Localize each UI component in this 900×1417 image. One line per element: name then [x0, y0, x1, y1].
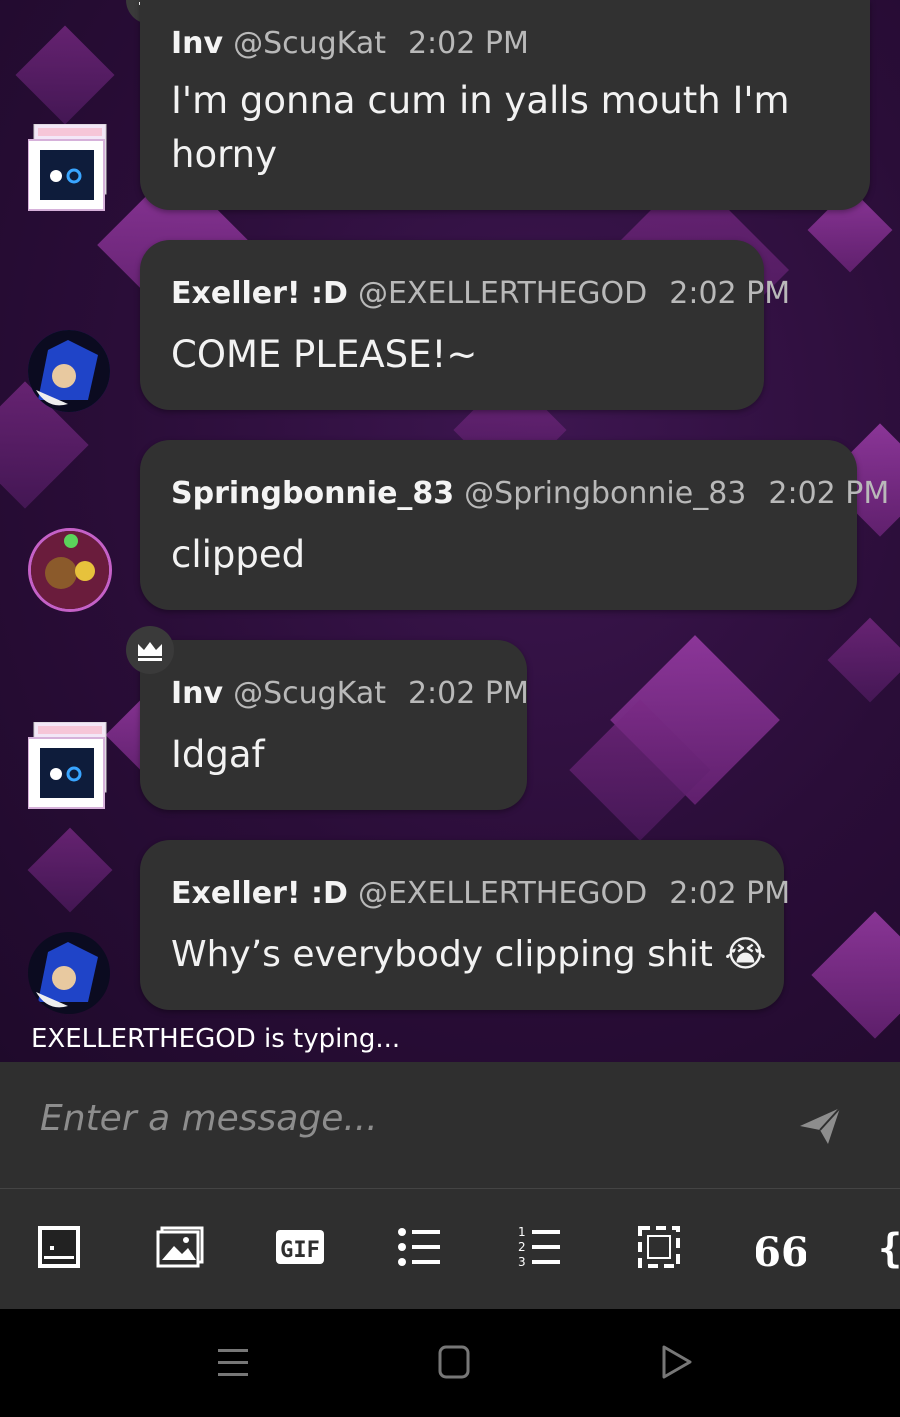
author-name[interactable]: Inv — [171, 26, 223, 61]
author-handle: @EXELLERTHEGOD — [357, 876, 648, 911]
gif-icon[interactable]: GIF — [276, 1224, 324, 1270]
timestamp: 2:02 PM — [768, 476, 890, 511]
author-handle: @ScugKat — [233, 26, 386, 61]
timestamp: 2:02 PM — [669, 276, 791, 311]
avatar[interactable] — [27, 721, 110, 809]
typing-indicator: EXELLERTHEGOD is typing... — [31, 1024, 401, 1054]
recent-apps-icon[interactable] — [214, 1343, 254, 1383]
message-bubble[interactable]: Exeller! :D @EXELLERTHEGOD 2:02 PM COME PL… — [140, 240, 790, 410]
back-icon[interactable] — [656, 1343, 696, 1383]
message-text: COME PLEASE!~ — [171, 333, 478, 376]
message-text: I'm gonna cum in yalls mouth I'm horny — [171, 74, 790, 182]
image-icon[interactable] — [156, 1224, 204, 1270]
quote-icon[interactable]: 66 — [753, 1224, 809, 1276]
author-handle: @Springbonnie_83 — [464, 476, 747, 511]
avatar[interactable] — [28, 932, 110, 1014]
home-icon[interactable] — [434, 1343, 474, 1383]
avatar[interactable] — [28, 330, 110, 412]
author-name[interactable]: Inv — [171, 676, 223, 711]
message-meta: Inv @ScugKat 2:02 PM — [171, 676, 529, 711]
timestamp: 2:02 PM — [669, 876, 791, 911]
author-handle: @ScugKat — [233, 676, 386, 711]
message-bubble[interactable]: Inv @ScugKat 2:02 PM Idgaf — [140, 640, 529, 810]
emoji-face-icon[interactable] — [36, 1224, 82, 1270]
message-bubble[interactable]: Exeller! :D @EXELLERTHEGOD 2:02 PM Why’s e… — [140, 840, 790, 1010]
crying-emoji-icon: 😭 — [724, 934, 767, 975]
crown-badge-icon — [126, 626, 174, 674]
avatar[interactable] — [27, 123, 110, 211]
code-label: { — [878, 1226, 900, 1270]
svg-text:3: 3 — [518, 1255, 526, 1269]
message-bubble[interactable]: Springbonnie_83 @Springbonnie_83 2:02 PM c… — [140, 440, 889, 610]
message-text: Why’s everybody clipping shit 😭 — [171, 928, 766, 982]
timestamp: 2:02 PM — [407, 676, 529, 711]
message-meta: Inv @ScugKat 2:02 PM — [171, 26, 529, 61]
message-meta: Exeller! :D @EXELLERTHEGOD 2:02 PM — [171, 876, 790, 911]
message-text-line: horny — [171, 133, 277, 176]
numbered-list-icon[interactable]: 123 — [516, 1224, 562, 1270]
message-text: Idgaf — [171, 733, 265, 776]
author-name[interactable]: Springbonnie_83 — [171, 476, 454, 511]
code-brace-icon[interactable]: { — [876, 1224, 900, 1270]
bullet-list-icon[interactable] — [396, 1224, 442, 1270]
author-name[interactable]: Exeller! :D — [171, 276, 348, 311]
message-meta: Springbonnie_83 @Springbonnie_83 2:02 PM — [171, 476, 889, 511]
author-name[interactable]: Exeller! :D — [171, 876, 348, 911]
composer-bar: Enter a message... — [0, 1062, 900, 1189]
message-input[interactable]: Enter a message... — [40, 1098, 378, 1139]
message-text-content: Why’s everybody clipping shit — [171, 934, 713, 975]
spoiler-icon[interactable] — [636, 1224, 682, 1270]
message-text: clipped — [171, 533, 306, 576]
svg-text:1: 1 — [518, 1225, 526, 1239]
avatar[interactable] — [28, 528, 112, 612]
send-icon[interactable] — [798, 1104, 842, 1148]
message-text-line: I'm gonna cum in yalls mouth I'm — [171, 79, 790, 122]
quote-label: 66 — [756, 1229, 806, 1270]
message-meta: Exeller! :D @EXELLERTHEGOD 2:02 PM — [171, 276, 790, 311]
timestamp: 2:02 PM — [407, 26, 529, 61]
message-bubble[interactable]: Inv @ScugKat 2:02 PM I'm gonna cum in yall… — [140, 0, 870, 210]
svg-text:2: 2 — [518, 1240, 526, 1254]
author-handle: @EXELLERTHEGOD — [357, 276, 648, 311]
gif-label: GIF — [280, 1238, 320, 1263]
